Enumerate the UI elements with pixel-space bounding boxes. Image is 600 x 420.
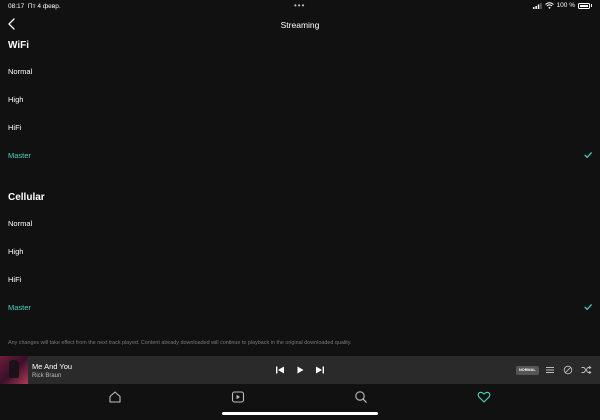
cellular-option-normal[interactable]: Normal [0, 213, 600, 235]
wifi-icon [544, 2, 554, 9]
battery-percent: 100 % [556, 2, 575, 9]
quality-badge[interactable]: NORMAL [516, 366, 539, 375]
status-date: Пт 4 февр. [27, 3, 61, 10]
wifi-option-high[interactable]: High [0, 89, 600, 111]
wifi-option-hifi[interactable]: HiFi [0, 117, 600, 139]
cellular-option-master[interactable]: Master [0, 297, 600, 319]
option-label: HiFi [8, 123, 22, 132]
mini-player[interactable]: Me And You Rick Braun NORMAL [0, 356, 600, 384]
wifi-option-normal[interactable]: Normal [0, 61, 600, 83]
track-artist[interactable]: Rick Braun [32, 373, 61, 379]
header: Streaming [0, 12, 600, 36]
battery-nub [591, 4, 592, 7]
videos-icon[interactable] [230, 389, 246, 405]
home-icon[interactable] [107, 389, 123, 405]
checkmark-icon [584, 152, 592, 158]
album-art[interactable] [0, 356, 28, 384]
search-icon[interactable] [353, 389, 369, 405]
home-indicator[interactable] [222, 412, 378, 415]
cellular-section-title: Cellular [8, 192, 45, 203]
checkmark-icon [584, 304, 592, 310]
footnote: Any changes will take effect from the ne… [8, 340, 352, 346]
status-bar: 08:17 Пт 4 февр. ••• 100 % [0, 0, 600, 12]
wifi-section-title: WiFi [8, 40, 30, 51]
option-label: Master [8, 151, 31, 160]
multitasking-dots-icon[interactable]: ••• [294, 1, 305, 10]
cellular-option-hifi[interactable]: HiFi [0, 269, 600, 291]
play-icon[interactable] [293, 363, 307, 377]
battery-icon [578, 2, 590, 9]
wifi-option-master[interactable]: Master [0, 145, 600, 167]
my-collection-heart-icon[interactable] [476, 389, 492, 405]
signal-icon [532, 2, 542, 9]
track-title[interactable]: Me And You [32, 362, 72, 371]
option-label: Normal [8, 219, 33, 228]
option-label: Normal [8, 67, 33, 76]
option-label: High [8, 247, 24, 256]
next-track-icon[interactable] [313, 363, 327, 377]
status-time: 08:17 [8, 3, 25, 10]
shuffle-icon[interactable] [579, 363, 593, 377]
page-title: Streaming [280, 20, 320, 30]
option-label: High [8, 95, 24, 104]
previous-track-icon[interactable] [273, 363, 287, 377]
status-indicators: 100 % [532, 2, 592, 9]
option-label: HiFi [8, 275, 22, 284]
cellular-option-high[interactable]: High [0, 241, 600, 263]
block-icon[interactable] [561, 363, 575, 377]
option-label: Master [8, 303, 31, 312]
status-time-date: 08:17 Пт 4 февр. [8, 3, 61, 10]
queue-list-icon[interactable] [543, 363, 557, 377]
